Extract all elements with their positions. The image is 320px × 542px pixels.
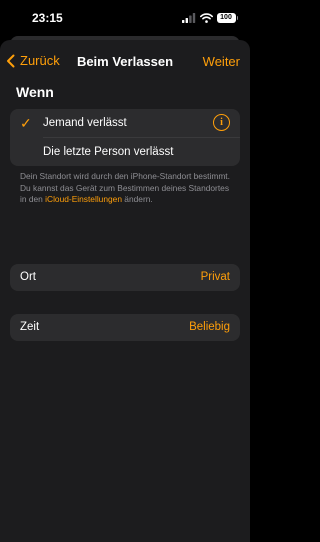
- footnote-end: ändern.: [121, 194, 153, 204]
- location-footnote: Dein Standort wird durch den iPhone-Stan…: [20, 171, 236, 206]
- checkmark-icon: ✓: [20, 115, 32, 131]
- location-value: Privat: [200, 271, 230, 283]
- status-icons: 100: [181, 12, 238, 24]
- wifi-icon: [199, 13, 213, 23]
- status-bar: 23:15 100: [0, 0, 250, 40]
- when-options-group: ✓ Jemand verlässt i Die letzte Person ve…: [10, 109, 240, 166]
- option-label: Die letzte Person verlässt: [43, 146, 174, 158]
- time-label: Zeit: [20, 321, 40, 333]
- option-last-person-leaves[interactable]: Die letzte Person verlässt: [10, 138, 240, 166]
- time-row[interactable]: Zeit Beliebig: [10, 314, 240, 341]
- section-header-when: Wenn: [16, 84, 54, 100]
- status-time: 23:15: [32, 11, 63, 25]
- time-value: Beliebig: [189, 321, 230, 333]
- cellular-signal-icon: [181, 13, 195, 23]
- option-someone-leaves[interactable]: ✓ Jemand verlässt i: [10, 109, 240, 138]
- navigation-bar: Zurück Beim Verlassen Weiter: [0, 46, 250, 76]
- battery-icon: 100: [216, 13, 236, 23]
- option-label: Jemand verlässt: [43, 117, 127, 129]
- next-button[interactable]: Weiter: [203, 54, 240, 69]
- info-icon[interactable]: i: [213, 114, 230, 131]
- icloud-settings-link[interactable]: iCloud-Einstellungen: [45, 194, 122, 204]
- battery-tip: [236, 16, 238, 20]
- location-row[interactable]: Ort Privat: [10, 264, 240, 291]
- location-label: Ort: [20, 271, 36, 283]
